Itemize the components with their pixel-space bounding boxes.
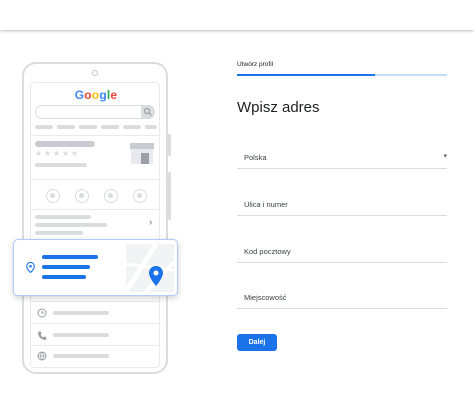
placeholder-line — [145, 125, 157, 129]
phone-illustration: Google ★ ★ ★ ★ ★ › — [22, 62, 171, 374]
street-placeholder: Ulica i numer — [244, 200, 288, 209]
progress-bar — [237, 74, 375, 76]
chevron-right-icon: › — [149, 217, 153, 228]
phone-camera — [92, 70, 98, 76]
divider — [31, 209, 161, 210]
clock-icon — [37, 308, 47, 318]
search-icon — [141, 105, 155, 119]
share-icon — [133, 189, 147, 203]
placeholder-line — [53, 333, 109, 337]
placeholder-line — [101, 125, 119, 129]
star-icon: ★ — [62, 149, 70, 158]
postal-code-field[interactable]: Kod pocztowy — [237, 237, 447, 263]
placeholder-line — [35, 231, 83, 235]
top-app-bar — [0, 0, 474, 30]
placeholder-line — [79, 125, 97, 129]
address-line — [42, 265, 90, 269]
location-pin-icon — [26, 262, 35, 273]
call-icon — [46, 189, 60, 203]
star-icon: ★ — [35, 149, 43, 158]
star-icon: ★ — [71, 149, 79, 158]
divider — [31, 345, 161, 346]
globe-icon — [37, 351, 47, 361]
address-line — [42, 255, 98, 259]
placeholder-line — [35, 125, 53, 129]
dropdown-arrow-icon: ▾ — [443, 153, 447, 160]
placeholder-line — [53, 354, 109, 358]
search-bar — [35, 105, 155, 119]
divider — [31, 135, 161, 136]
phone-side-button — [168, 134, 171, 156]
placeholder-line — [35, 223, 107, 227]
phone-screen: Google ★ ★ ★ ★ ★ › — [30, 82, 161, 368]
phone-icon — [38, 331, 47, 340]
next-button[interactable]: Dalej — [237, 334, 277, 351]
divider — [31, 179, 161, 180]
placeholder-line — [57, 125, 75, 129]
placeholder-line — [35, 163, 87, 167]
phone-side-button — [168, 172, 171, 220]
star-icon: ★ — [53, 149, 61, 158]
placeholder-line — [123, 125, 141, 129]
storefront-icon — [130, 143, 154, 164]
google-logo: Google — [74, 88, 118, 102]
address-card — [13, 239, 178, 296]
save-icon — [104, 189, 118, 203]
placeholder-line — [53, 311, 109, 315]
placeholder-line — [35, 215, 91, 219]
address-line — [42, 275, 86, 279]
page-title: Wpisz adres — [237, 99, 320, 116]
business-name-placeholder — [35, 141, 95, 147]
star-icon: ★ — [44, 149, 52, 158]
divider — [31, 301, 161, 302]
map-thumbnail — [126, 244, 174, 292]
tab-create-profile[interactable]: Utwórz profil — [237, 61, 273, 68]
country-value: Polska — [244, 153, 267, 162]
divider — [31, 323, 161, 324]
directions-icon — [75, 189, 89, 203]
city-field[interactable]: Miejscowość — [237, 283, 447, 309]
city-placeholder: Miejscowość — [244, 293, 287, 302]
progress-track — [375, 74, 447, 76]
country-select[interactable]: Polska ▾ — [237, 143, 447, 169]
postal-code-placeholder: Kod pocztowy — [244, 247, 291, 256]
street-field[interactable]: Ulica i numer — [237, 190, 447, 216]
